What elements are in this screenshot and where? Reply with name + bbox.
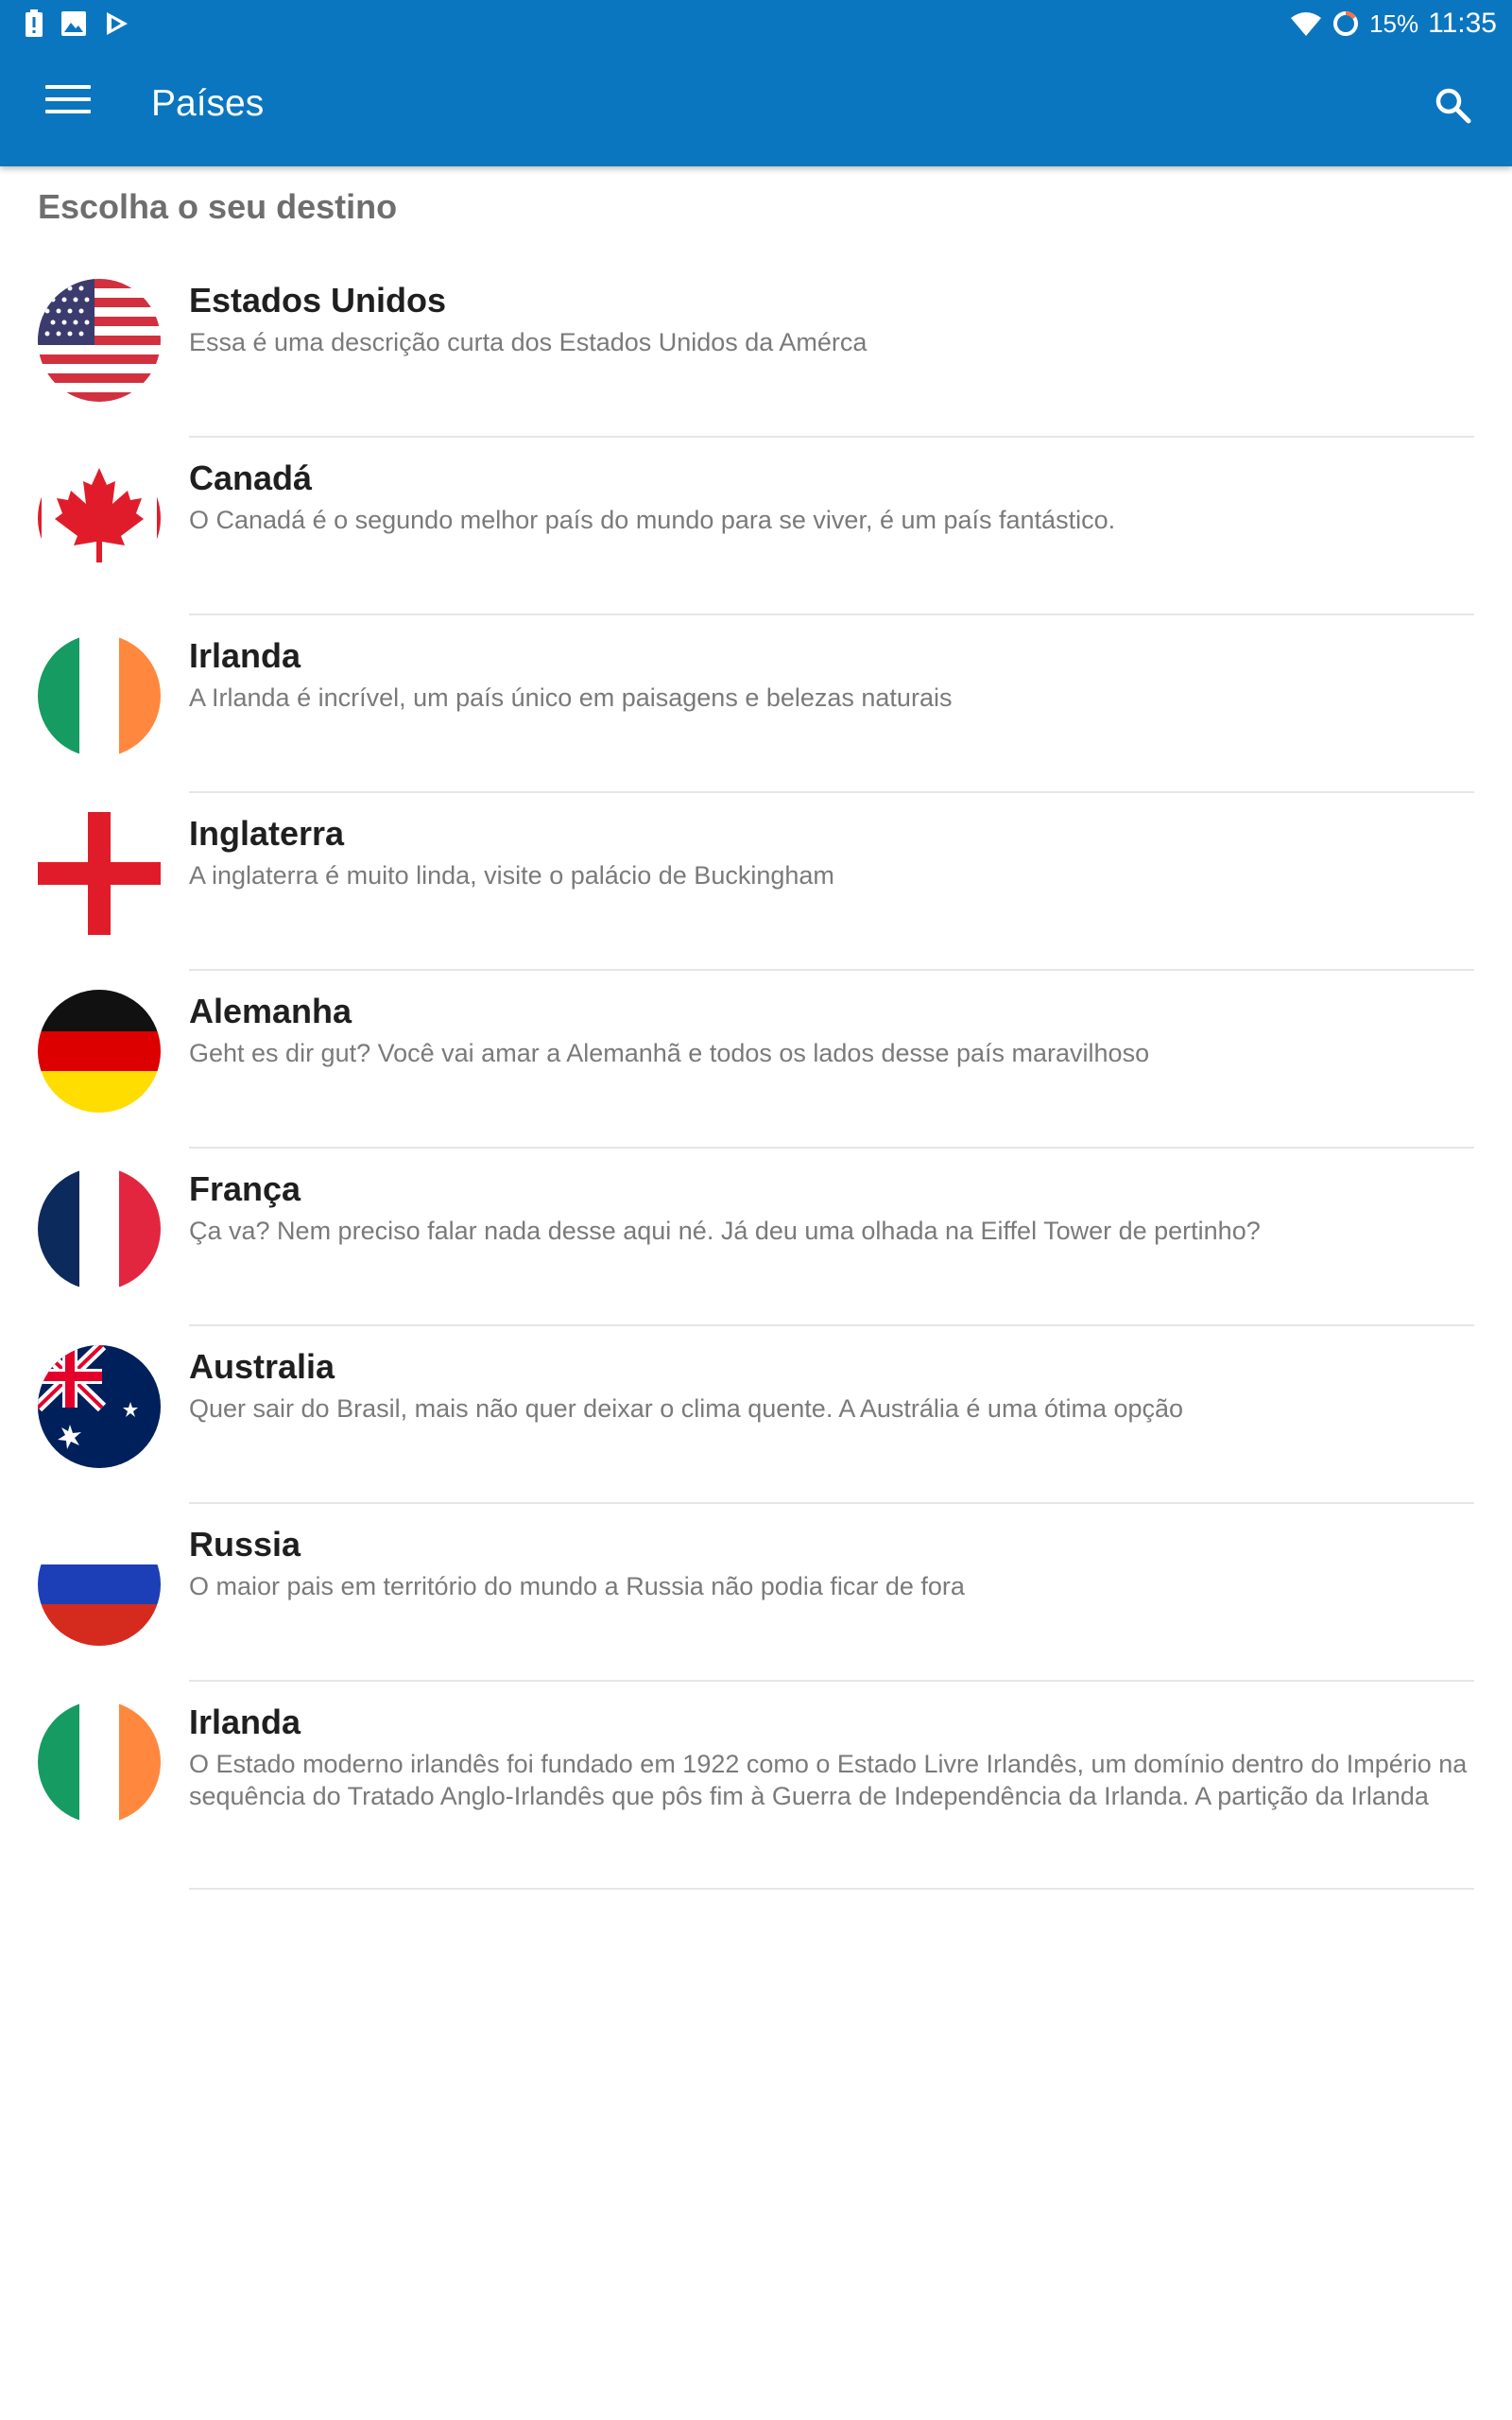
france-flag-icon — [38, 1167, 161, 1290]
country-name: Russia — [189, 1525, 301, 1564]
notification-icons — [25, 9, 130, 38]
england-flag-icon — [38, 812, 161, 935]
list-item[interactable]: Alemanha Geht es dir gut? Você vai amar … — [0, 971, 1512, 1149]
wifi-icon — [1291, 12, 1322, 36]
country-description: Geht es dir gut? Você vai amar a Alemanh… — [189, 1039, 1150, 1067]
country-name: Canadá — [189, 458, 313, 497]
country-description: Essa é uma descrição curta dos Estados U… — [189, 328, 868, 356]
list-item[interactable]: Estados Unidos Essa é uma descrição curt… — [0, 260, 1512, 438]
menu-icon — [45, 85, 91, 89]
country-list: Estados Unidos Essa é uma descrição curt… — [0, 260, 1512, 1890]
menu-icon-line — [45, 110, 91, 113]
list-item[interactable]: Inglaterra A inglaterra é muito linda, v… — [0, 793, 1512, 971]
divider — [189, 1888, 1474, 1890]
list-item[interactable]: Irlanda A Irlanda é incrível, um país ún… — [0, 615, 1512, 793]
russia-flag-icon — [38, 1523, 161, 1646]
search-icon — [1435, 88, 1471, 124]
list-item[interactable]: Australia Quer sair do Brasil, mais não … — [0, 1326, 1512, 1504]
play-store-icon — [107, 12, 128, 35]
ireland-flag-icon — [38, 1701, 161, 1824]
status-bar: 15% 11:35 — [0, 0, 1512, 47]
menu-button[interactable] — [45, 85, 91, 123]
search-button[interactable] — [1433, 85, 1474, 127]
list-item[interactable]: França Ça va? Nem preciso falar nada des… — [0, 1149, 1512, 1326]
country-description: O Canadá é o segundo melhor país do mund… — [189, 506, 1116, 534]
country-description: A Irlanda é incrível, um país único em p… — [189, 683, 953, 712]
battery-ring-icon — [1333, 11, 1359, 36]
canada-flag-icon — [38, 457, 161, 579]
country-name: Australia — [189, 1347, 335, 1386]
list-item[interactable]: Canadá O Canadá é o segundo melhor país … — [0, 438, 1512, 615]
image-icon — [61, 11, 86, 36]
app-bar: 15% 11:35 Países — [0, 0, 1512, 166]
australia-flag-icon — [38, 1345, 161, 1468]
page-title: Países — [151, 83, 265, 124]
country-description: O maior pais em território do mundo a Ru… — [189, 1572, 965, 1600]
usa-flag-icon — [38, 279, 161, 402]
country-name: França — [189, 1169, 301, 1208]
list-item[interactable]: Irlanda O Estado moderno irlandês foi fu… — [0, 1682, 1512, 1890]
country-description: A inglaterra é muito linda, visite o pal… — [189, 861, 834, 890]
menu-icon-line — [45, 97, 91, 101]
battery-alert-icon — [26, 9, 43, 37]
country-name: Irlanda — [189, 636, 301, 675]
country-description: Ça va? Nem preciso falar nada desse aqui… — [189, 1217, 1261, 1245]
list-subheader: Escolha o seu destino — [38, 187, 398, 226]
country-name: Irlanda — [189, 1703, 301, 1741]
germany-flag-icon — [38, 990, 161, 1113]
country-name: Alemanha — [189, 992, 352, 1030]
country-description: O Estado moderno irlandês foi fundado em… — [189, 1750, 1468, 1810]
ireland-flag-icon — [38, 634, 161, 757]
country-description: Quer sair do Brasil, mais não quer deixa… — [189, 1394, 1184, 1423]
system-icons: 15% 11:35 — [1290, 8, 1497, 40]
battery-percent: 15% — [1369, 9, 1419, 38]
clock: 11:35 — [1428, 8, 1497, 39]
country-name: Estados Unidos — [189, 281, 447, 320]
list-item[interactable]: Russia O maior pais em território do mun… — [0, 1504, 1512, 1682]
country-name: Inglaterra — [189, 814, 345, 853]
